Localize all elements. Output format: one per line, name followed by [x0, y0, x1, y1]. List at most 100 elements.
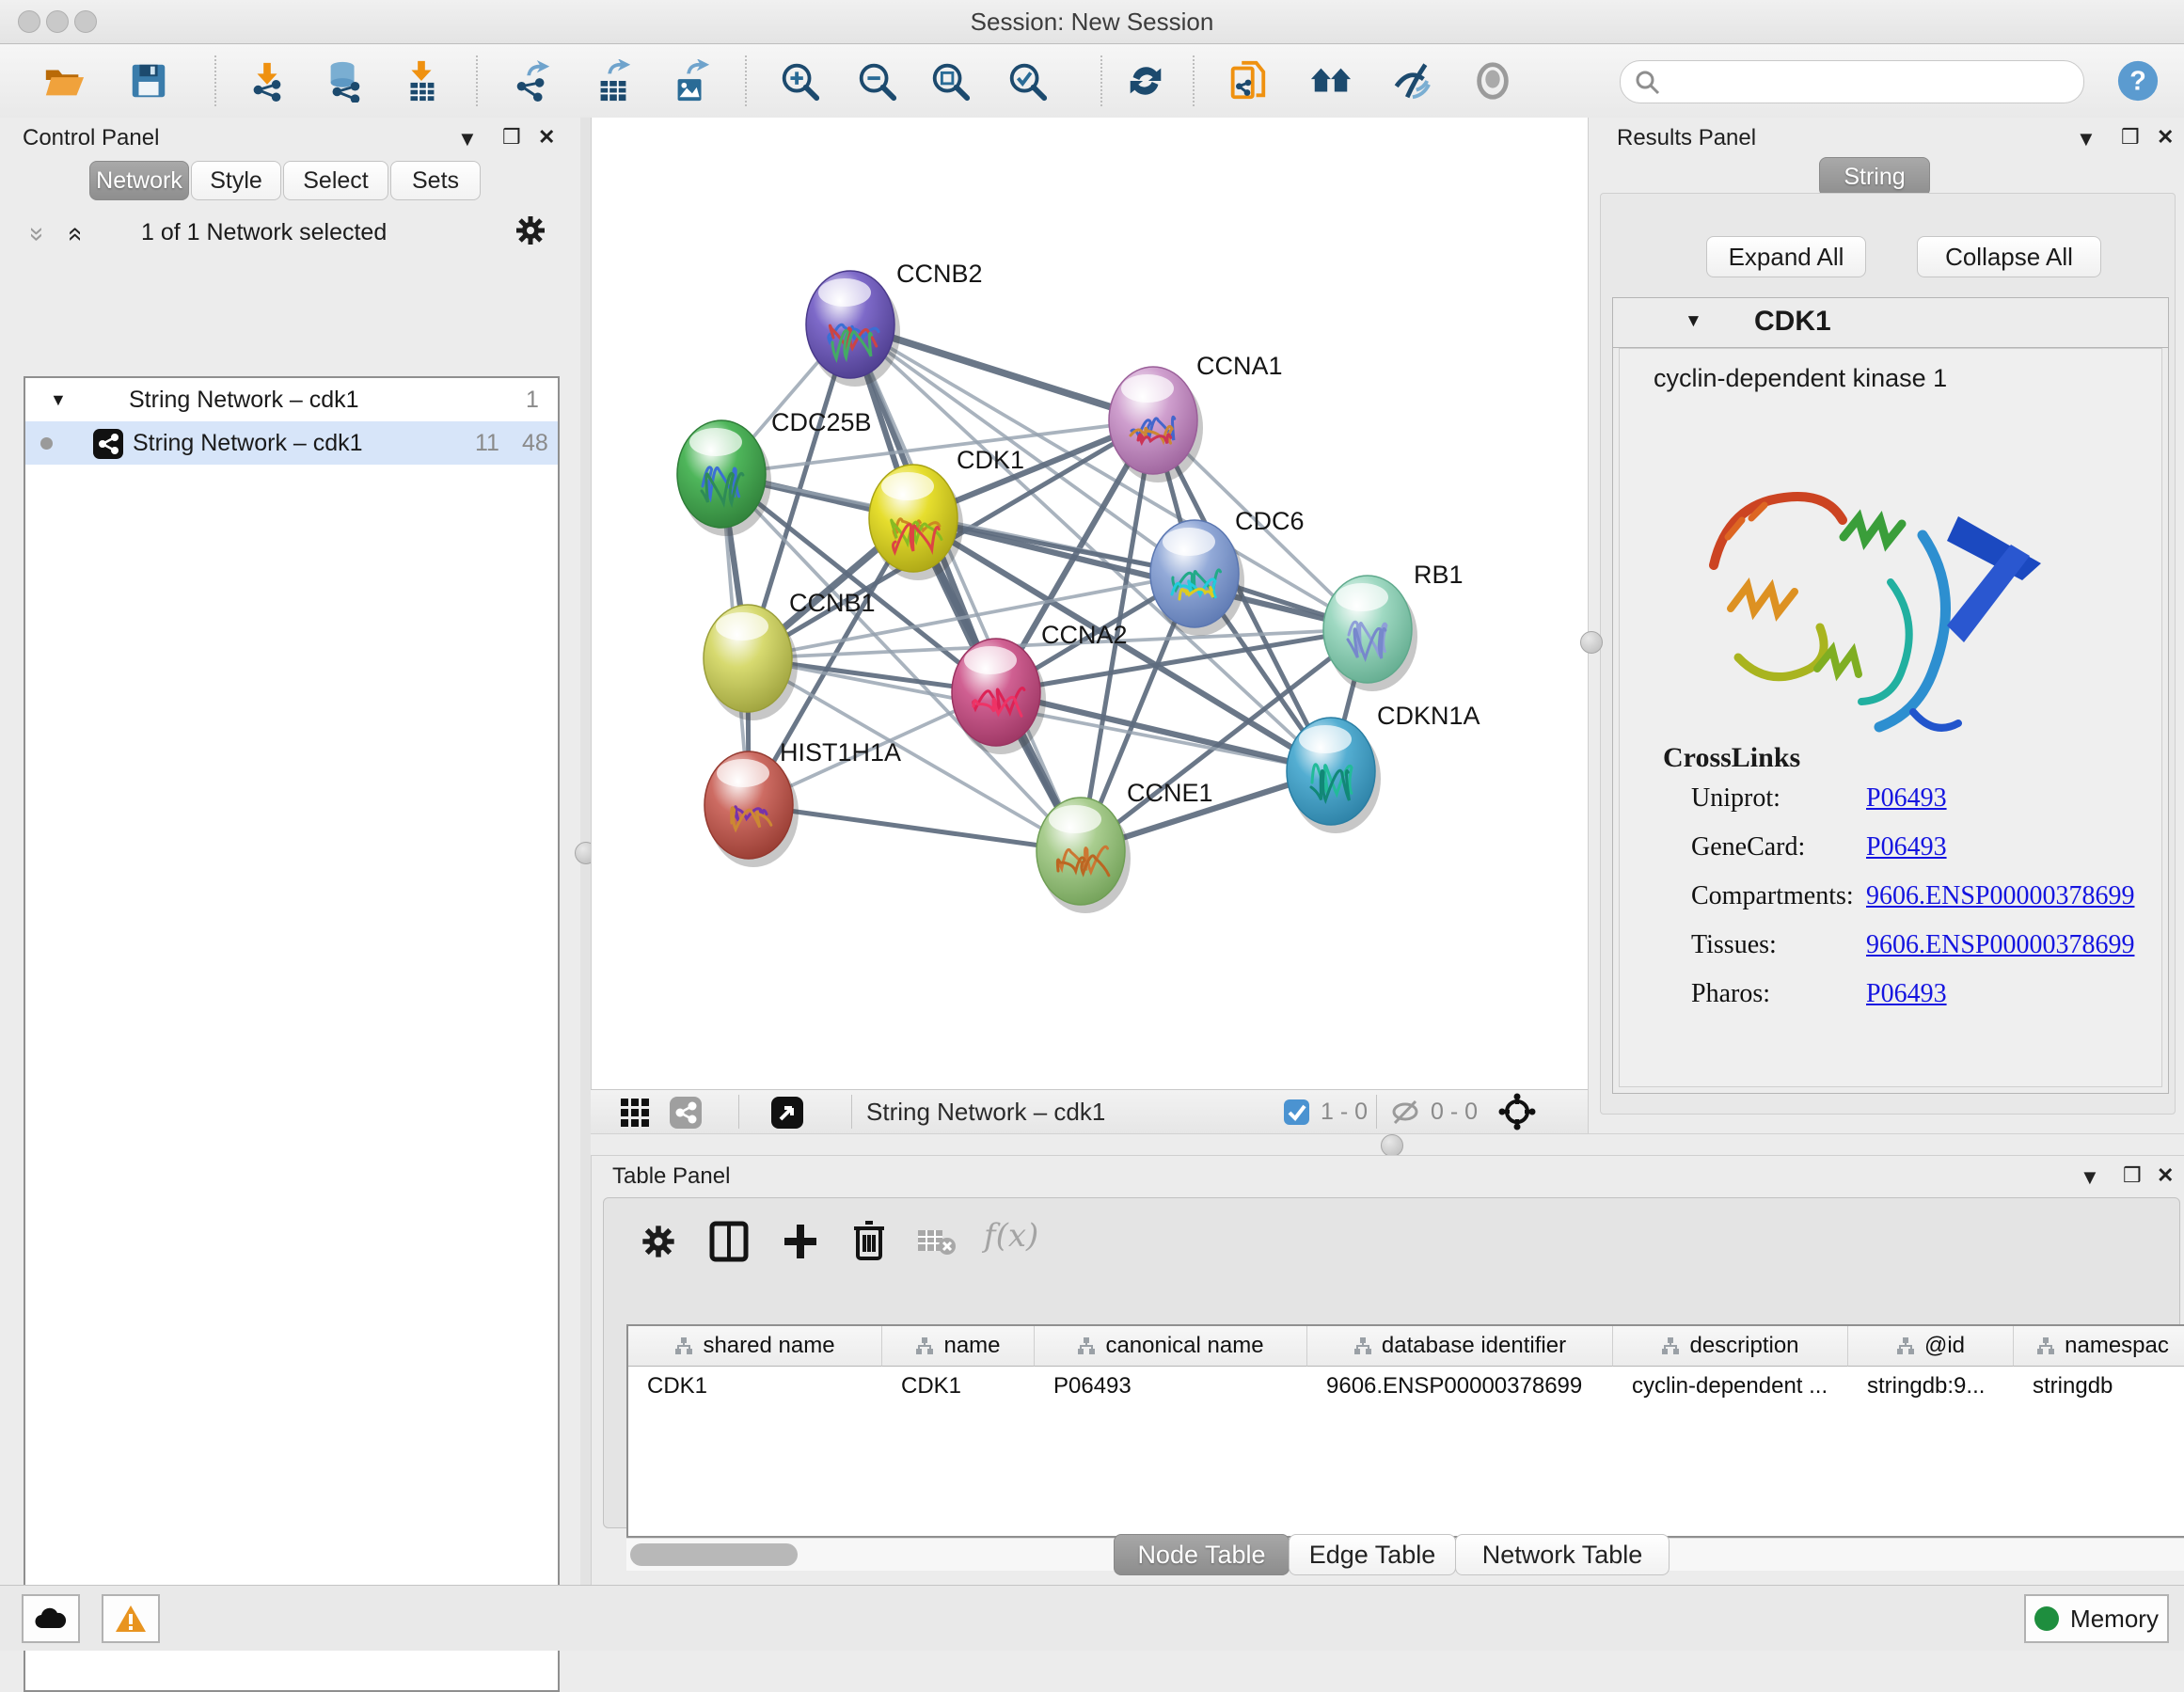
crosslink-value[interactable]: P06493: [1866, 783, 1947, 814]
network-row[interactable]: String Network – cdk1 11 48: [25, 421, 558, 465]
table-cell[interactable]: cyclin-dependent ...: [1613, 1367, 1847, 1406]
hide-annotations-icon[interactable]: [1389, 59, 1432, 103]
refresh-icon[interactable]: [1124, 59, 1167, 103]
network-node-CCNE1[interactable]: CCNE1: [1037, 779, 1213, 913]
network-edge[interactable]: [996, 692, 1331, 771]
network-node-RB1[interactable]: RB1: [1323, 561, 1464, 691]
export-network-icon[interactable]: [511, 59, 554, 103]
warning-button[interactable]: [102, 1594, 160, 1643]
table-cell[interactable]: P06493: [1035, 1367, 1306, 1406]
cloud-button[interactable]: [22, 1594, 80, 1643]
column-header[interactable]: namespac: [2014, 1326, 2184, 1367]
column-header[interactable]: shared name: [628, 1326, 882, 1367]
search-input[interactable]: [1670, 65, 2068, 99]
window-title: Session: New Session: [0, 8, 2184, 37]
column-header[interactable]: name: [882, 1326, 1035, 1367]
tab-network[interactable]: Network: [89, 161, 189, 200]
collection-count: 1: [526, 378, 539, 421]
home-networks-icon[interactable]: [1309, 59, 1353, 103]
panel-menu-icon[interactable]: ▼: [457, 127, 478, 151]
column-type-icon: [674, 1336, 693, 1355]
network-node-CDC6[interactable]: CDC6: [1150, 507, 1305, 636]
tab-node-table[interactable]: Node Table: [1114, 1534, 1290, 1575]
help-icon[interactable]: ?: [2116, 59, 2160, 103]
crosslink-value[interactable]: 9606.ENSP00000378699: [1866, 881, 2134, 911]
collapse-all-icon[interactable]: »: [23, 227, 53, 242]
import-database-icon[interactable]: [323, 59, 366, 103]
column-header[interactable]: description: [1613, 1326, 1848, 1367]
collapse-all-button[interactable]: Collapse All: [1917, 236, 2101, 277]
table-gear-icon[interactable]: [640, 1223, 677, 1260]
open-session-icon[interactable]: [42, 59, 86, 103]
import-network-icon[interactable]: [245, 59, 289, 103]
splitter-handle[interactable]: [1580, 631, 1603, 654]
splitter-handle[interactable]: [1381, 1134, 1403, 1157]
panel-close-icon[interactable]: ✕: [538, 125, 555, 150]
import-table-icon[interactable]: [400, 59, 443, 103]
network-node-HIST1H1A[interactable]: HIST1H1A: [704, 738, 901, 867]
panel-close-icon[interactable]: ✕: [2157, 125, 2174, 150]
column-header[interactable]: canonical name: [1035, 1326, 1307, 1367]
save-session-icon[interactable]: [127, 59, 170, 103]
scrollbar-thumb[interactable]: [630, 1543, 798, 1566]
network-collection-row[interactable]: ▼ String Network – cdk1 1: [25, 378, 558, 421]
export-table-icon[interactable]: [592, 59, 635, 103]
network-node-CDKN1A[interactable]: CDKN1A: [1287, 702, 1480, 833]
horizontal-splitter[interactable]: [591, 1133, 2184, 1156]
table-cell[interactable]: stringdb:9...: [1848, 1367, 2013, 1406]
table-cell[interactable]: CDK1: [628, 1367, 881, 1406]
vertical-splitter[interactable]: [580, 118, 591, 1585]
gear-icon[interactable]: [514, 213, 547, 247]
table-panel: Table Panel ▼ ❒ ✕ f(x) shared namenameca…: [591, 1155, 2184, 1586]
panel-float-icon[interactable]: ❒: [2121, 125, 2140, 150]
add-column-icon[interactable]: [781, 1221, 820, 1262]
tab-style[interactable]: Style: [191, 161, 281, 200]
collapse-triangle-icon[interactable]: ▼: [1685, 311, 1702, 332]
tab-sets[interactable]: Sets: [390, 161, 481, 200]
zoom-selected-icon[interactable]: [1005, 59, 1049, 103]
show-eye-icon[interactable]: [1471, 59, 1514, 103]
gene-card-header[interactable]: ▼ CDK1: [1613, 298, 2168, 348]
panel-float-icon[interactable]: ❒: [502, 125, 521, 150]
zoom-in-icon[interactable]: [778, 59, 821, 103]
network-canvas[interactable]: CCNB2CCNA1CDC25BCDK1CDC6RB1CCNB1CCNA2CDK…: [591, 118, 1589, 1089]
zoom-out-icon[interactable]: [855, 59, 898, 103]
expand-all-icon[interactable]: »: [58, 227, 88, 242]
column-header[interactable]: @id: [1848, 1326, 2014, 1367]
expand-all-button[interactable]: Expand All: [1706, 236, 1866, 277]
tab-edge-table[interactable]: Edge Table: [1289, 1534, 1456, 1575]
panel-menu-icon[interactable]: ▼: [2080, 1165, 2100, 1190]
export-image-icon[interactable]: [669, 59, 712, 103]
gene-card: ▼ CDK1 cyclin-dependent kinase 1: [1612, 297, 2169, 1094]
panel-float-icon[interactable]: ❒: [2123, 1163, 2142, 1188]
panel-menu-icon[interactable]: ▼: [2076, 127, 2097, 151]
function-builder-icon: f(x): [984, 1217, 1038, 1255]
zoom-fit-icon[interactable]: [928, 59, 972, 103]
column-header[interactable]: database identifier: [1307, 1326, 1613, 1367]
column-type-icon: [2036, 1336, 2055, 1355]
table-cell[interactable]: 9606.ENSP00000378699: [1307, 1367, 1612, 1406]
network-edge[interactable]: [850, 324, 1081, 851]
tab-network-table[interactable]: Network Table: [1455, 1534, 1670, 1575]
tab-select[interactable]: Select: [283, 161, 388, 200]
table-cell[interactable]: stringdb: [2014, 1367, 2184, 1406]
hidden-counts: 0 - 0: [1431, 1099, 1478, 1126]
delete-column-icon[interactable]: [850, 1219, 888, 1262]
birds-eye-view-icon[interactable]: [771, 1097, 803, 1129]
show-columns-icon[interactable]: [709, 1221, 749, 1262]
table-cell[interactable]: CDK1: [882, 1367, 1034, 1406]
tree-expander-icon[interactable]: ▼: [50, 378, 67, 421]
clone-network-icon[interactable]: [1226, 59, 1269, 103]
network-node-CDK1[interactable]: CDK1: [869, 446, 1024, 580]
crosslink-value[interactable]: P06493: [1866, 979, 1947, 1009]
grid-view-icon[interactable]: [619, 1097, 651, 1129]
memory-button[interactable]: Memory: [2024, 1594, 2169, 1643]
crosslink-value[interactable]: P06493: [1866, 832, 1947, 862]
crosslink-value[interactable]: 9606.ENSP00000378699: [1866, 930, 2134, 960]
tab-string[interactable]: String: [1819, 157, 1930, 197]
panel-close-icon[interactable]: ✕: [2157, 1163, 2174, 1188]
edge-count: 48: [522, 421, 548, 465]
selected-checkbox-icon[interactable]: [1284, 1099, 1309, 1125]
node-position-icon[interactable]: [1498, 1093, 1536, 1131]
network-share-icon[interactable]: [670, 1097, 702, 1129]
